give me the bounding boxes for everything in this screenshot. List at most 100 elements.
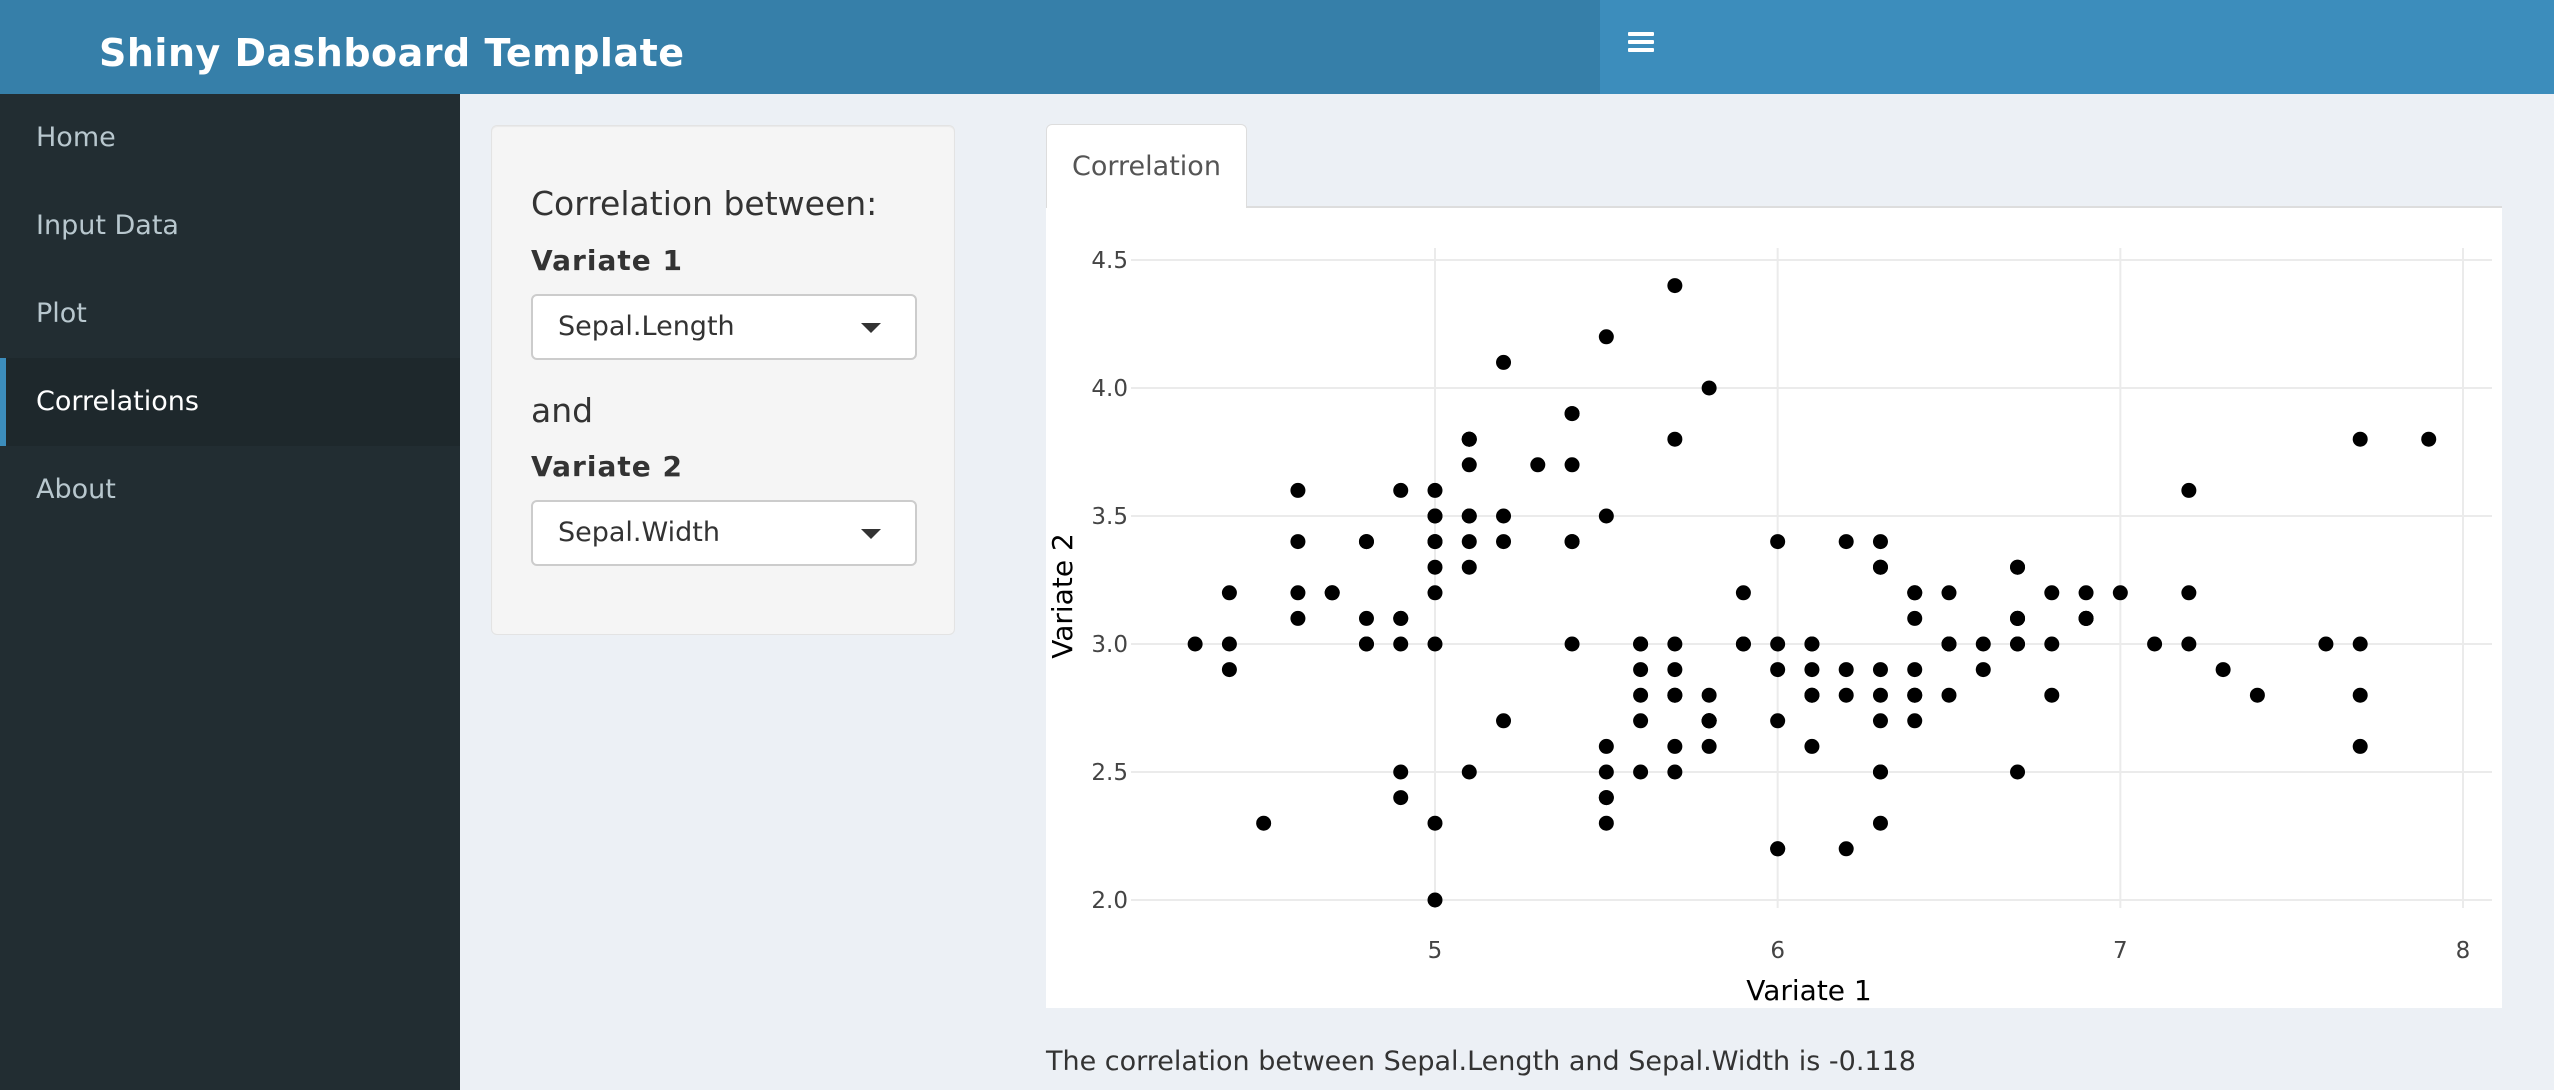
data-point[interactable]	[1358, 610, 1374, 626]
data-point[interactable]	[1872, 764, 1888, 780]
data-point[interactable]	[1907, 610, 1923, 626]
data-point[interactable]	[1598, 329, 1614, 345]
app-title[interactable]: Shiny Dashboard Template	[0, 0, 1600, 94]
data-point[interactable]	[1804, 738, 1820, 754]
data-point[interactable]	[1667, 738, 1683, 754]
data-point[interactable]	[1872, 662, 1888, 678]
data-point[interactable]	[1496, 354, 1512, 370]
sidebar-toggle-button[interactable]	[1628, 32, 1654, 54]
data-point[interactable]	[1667, 636, 1683, 652]
data-point[interactable]	[1496, 508, 1512, 524]
data-point[interactable]	[1598, 815, 1614, 831]
data-point[interactable]	[1427, 559, 1443, 575]
data-point[interactable]	[1941, 636, 1957, 652]
data-point[interactable]	[1872, 559, 1888, 575]
data-point[interactable]	[1633, 713, 1649, 729]
data-point[interactable]	[1907, 585, 1923, 601]
sidebar-item-correlations[interactable]: Correlations	[0, 358, 460, 446]
data-point[interactable]	[2421, 431, 2437, 447]
data-point[interactable]	[1735, 636, 1751, 652]
data-point[interactable]	[1461, 457, 1477, 473]
data-point[interactable]	[1667, 431, 1683, 447]
data-point[interactable]	[1598, 508, 1614, 524]
data-point[interactable]	[2078, 585, 2094, 601]
variate2-select[interactable]: Sepal.Width	[531, 500, 917, 566]
data-point[interactable]	[1290, 534, 1306, 550]
data-point[interactable]	[1804, 687, 1820, 703]
data-point[interactable]	[1290, 482, 1306, 498]
data-point[interactable]	[1872, 687, 1888, 703]
data-point[interactable]	[2352, 431, 2368, 447]
data-point[interactable]	[1941, 585, 1957, 601]
data-point[interactable]	[1221, 585, 1237, 601]
data-point[interactable]	[1427, 815, 1443, 831]
data-point[interactable]	[1358, 534, 1374, 550]
data-point[interactable]	[1427, 534, 1443, 550]
data-point[interactable]	[1530, 457, 1546, 473]
data-point[interactable]	[2010, 636, 2026, 652]
data-point[interactable]	[1427, 636, 1443, 652]
data-point[interactable]	[1701, 713, 1717, 729]
data-point[interactable]	[2181, 585, 2197, 601]
data-point[interactable]	[1564, 457, 1580, 473]
data-point[interactable]	[1598, 790, 1614, 806]
data-point[interactable]	[2010, 559, 2026, 575]
data-point[interactable]	[2352, 687, 2368, 703]
data-point[interactable]	[1427, 585, 1443, 601]
data-point[interactable]	[1838, 534, 1854, 550]
data-point[interactable]	[1667, 687, 1683, 703]
data-point[interactable]	[1633, 636, 1649, 652]
data-point[interactable]	[1393, 790, 1409, 806]
data-point[interactable]	[2147, 636, 2163, 652]
data-point[interactable]	[1941, 687, 1957, 703]
sidebar-item-about[interactable]: About	[0, 446, 460, 534]
data-point[interactable]	[1735, 585, 1751, 601]
data-point[interactable]	[1393, 482, 1409, 498]
sidebar-item-plot[interactable]: Plot	[0, 270, 460, 358]
data-point[interactable]	[1633, 662, 1649, 678]
data-point[interactable]	[1461, 559, 1477, 575]
data-point[interactable]	[2112, 585, 2128, 601]
data-point[interactable]	[2352, 636, 2368, 652]
data-point[interactable]	[1701, 380, 1717, 396]
data-point[interactable]	[2181, 482, 2197, 498]
variate1-select[interactable]: Sepal.Length	[531, 294, 917, 360]
data-point[interactable]	[2010, 764, 2026, 780]
sidebar-item-home[interactable]: Home	[0, 94, 460, 182]
data-point[interactable]	[1872, 534, 1888, 550]
data-point[interactable]	[1221, 662, 1237, 678]
data-point[interactable]	[1770, 636, 1786, 652]
data-point[interactable]	[2181, 636, 2197, 652]
data-point[interactable]	[1770, 662, 1786, 678]
data-point[interactable]	[1427, 482, 1443, 498]
data-point[interactable]	[2352, 738, 2368, 754]
data-point[interactable]	[1770, 841, 1786, 857]
data-point[interactable]	[1324, 585, 1340, 601]
data-point[interactable]	[1393, 764, 1409, 780]
data-point[interactable]	[1393, 610, 1409, 626]
data-point[interactable]	[1770, 713, 1786, 729]
data-point[interactable]	[2318, 636, 2334, 652]
data-point[interactable]	[1838, 841, 1854, 857]
data-point[interactable]	[1701, 687, 1717, 703]
data-point[interactable]	[1461, 764, 1477, 780]
data-point[interactable]	[2215, 662, 2231, 678]
data-point[interactable]	[1393, 636, 1409, 652]
data-point[interactable]	[1598, 764, 1614, 780]
tab-correlation[interactable]: Correlation	[1046, 124, 1247, 208]
data-point[interactable]	[1256, 815, 1272, 831]
data-point[interactable]	[1804, 662, 1820, 678]
data-point[interactable]	[1461, 508, 1477, 524]
data-point[interactable]	[1461, 534, 1477, 550]
data-point[interactable]	[2078, 610, 2094, 626]
data-point[interactable]	[2044, 636, 2060, 652]
data-point[interactable]	[1975, 662, 1991, 678]
data-point[interactable]	[1427, 508, 1443, 524]
data-point[interactable]	[1564, 406, 1580, 422]
data-point[interactable]	[1187, 636, 1203, 652]
data-point[interactable]	[1667, 764, 1683, 780]
data-point[interactable]	[1598, 738, 1614, 754]
data-point[interactable]	[1290, 585, 1306, 601]
sidebar-item-input-data[interactable]: Input Data	[0, 182, 460, 270]
data-point[interactable]	[1770, 534, 1786, 550]
